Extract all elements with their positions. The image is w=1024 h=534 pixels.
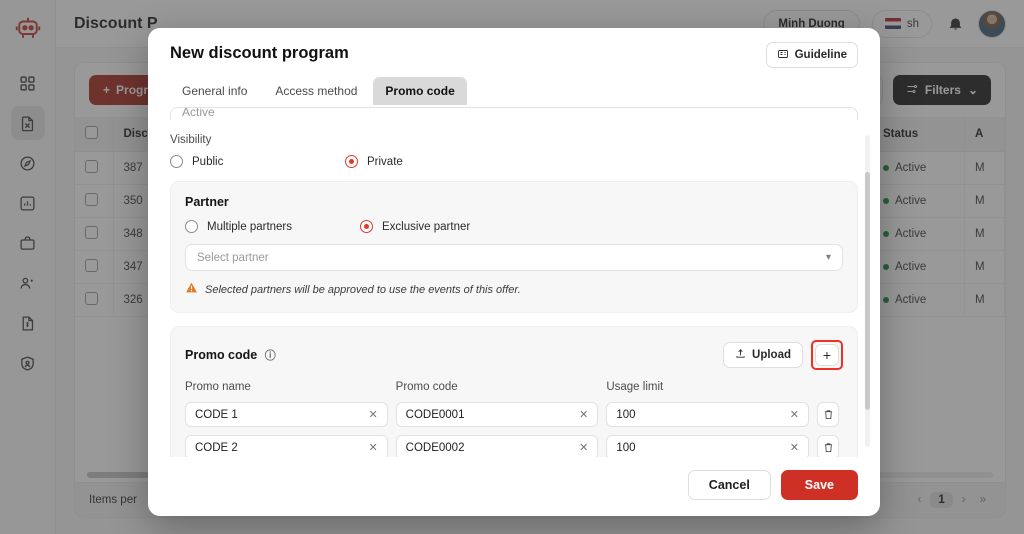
chevron-down-icon: ▾ <box>825 252 831 263</box>
delete-promo-row-button[interactable] <box>817 402 839 427</box>
delete-promo-row-button[interactable] <box>817 435 839 457</box>
promo-name-value: CODE 2 <box>195 441 238 454</box>
promo-code-title: Promo code ⓘ <box>185 347 276 363</box>
radio-visibility-public[interactable]: Public <box>170 155 345 168</box>
modal-header: New discount program Guideline General i… <box>148 28 880 105</box>
promo-code-input[interactable]: CODE0002 ✕ <box>395 435 599 457</box>
radio-circle-selected-icon[interactable] <box>345 155 358 168</box>
promo-code-value: CODE0002 <box>405 441 465 454</box>
info-circle-icon[interactable]: ⓘ <box>265 350 276 362</box>
select-partner-placeholder: Select partner <box>197 251 269 264</box>
upload-button[interactable]: Upload <box>723 342 803 368</box>
guideline-button[interactable]: Guideline <box>765 42 858 68</box>
partner-panel: Partner Multiple partners Exclusive part… <box>170 181 858 313</box>
radio-circle-selected-icon[interactable] <box>360 220 373 233</box>
partner-warning-text: Selected partners will be approved to us… <box>205 284 521 296</box>
modal-footer: Cancel Save <box>148 457 880 516</box>
visibility-radio-group: Public Private <box>170 155 858 168</box>
clear-x-icon[interactable]: ✕ <box>579 408 588 421</box>
tab-access-method[interactable]: Access method <box>263 77 369 105</box>
promo-code-title-text: Promo code <box>185 348 258 362</box>
promo-name-value: CODE 1 <box>195 408 238 421</box>
warning-triangle-icon <box>185 281 198 299</box>
upload-icon <box>735 348 746 362</box>
scrolled-field-above[interactable]: Active <box>170 107 858 120</box>
radio-circle-icon[interactable] <box>170 155 183 168</box>
cancel-button[interactable]: Cancel <box>687 470 771 500</box>
promo-name-input[interactable]: CODE 2 ✕ <box>185 435 388 457</box>
app-root: Discount P Minh Duong sh + Pro <box>0 0 1024 534</box>
guideline-label: Guideline <box>794 49 847 61</box>
radio-label: Exclusive partner <box>382 220 471 233</box>
radio-exclusive-partner[interactable]: Exclusive partner <box>360 220 470 233</box>
col-header-promo-name: Promo name <box>185 381 251 393</box>
new-discount-program-modal: New discount program Guideline General i… <box>148 28 880 516</box>
visibility-label: Visibility <box>170 134 212 146</box>
radio-label: Private <box>367 155 403 168</box>
modal-scrollbar[interactable] <box>865 135 870 447</box>
col-header-usage-limit: Usage limit <box>606 381 664 393</box>
book-guideline-icon <box>777 48 789 63</box>
clear-x-icon[interactable]: ✕ <box>368 441 377 454</box>
radio-multiple-partners[interactable]: Multiple partners <box>185 220 360 233</box>
usage-limit-input[interactable]: 100 ✕ <box>606 435 809 457</box>
usage-limit-value: 100 <box>616 408 636 421</box>
modal-tabs: General info Access method Promo code <box>170 77 858 105</box>
modal-title: New discount program <box>170 44 349 62</box>
partner-warning: Selected partners will be approved to us… <box>185 281 843 299</box>
add-promo-highlight: + <box>811 340 843 370</box>
partner-radio-group: Multiple partners Exclusive partner <box>185 220 843 233</box>
tab-promo-code[interactable]: Promo code <box>373 77 467 105</box>
promo-name-input[interactable]: CODE 1 ✕ <box>185 402 388 427</box>
clear-x-icon[interactable]: ✕ <box>579 441 588 454</box>
select-partner-dropdown[interactable]: Select partner ▾ <box>185 244 843 271</box>
modal-body: Active Visibility Public Private Partner <box>148 105 880 457</box>
upload-label: Upload <box>752 349 791 361</box>
tab-general-info[interactable]: General info <box>170 77 259 105</box>
promo-code-value: CODE0001 <box>405 408 465 421</box>
promo-code-panel: Promo code ⓘ Upload + Promo name Promo c… <box>170 326 858 457</box>
save-button[interactable]: Save <box>780 470 858 500</box>
col-header-promo-code: Promo code <box>395 381 458 393</box>
partner-title: Partner <box>185 195 229 209</box>
add-promo-row-button[interactable]: + <box>815 344 839 366</box>
usage-limit-input[interactable]: 100 ✕ <box>606 402 809 427</box>
clear-x-icon[interactable]: ✕ <box>368 408 377 421</box>
promo-code-input[interactable]: CODE0001 ✕ <box>395 402 599 427</box>
usage-limit-value: 100 <box>616 441 636 454</box>
promo-code-grid: Promo name Promo code Usage limit CODE 1… <box>185 370 843 457</box>
clear-x-icon[interactable]: ✕ <box>790 441 799 454</box>
clear-x-icon[interactable]: ✕ <box>790 408 799 421</box>
radio-circle-icon[interactable] <box>185 220 198 233</box>
radio-label: Multiple partners <box>207 220 293 233</box>
promo-code-header: Promo code ⓘ Upload + <box>185 340 843 370</box>
radio-visibility-private[interactable]: Private <box>345 155 403 168</box>
radio-label: Public <box>192 155 224 168</box>
